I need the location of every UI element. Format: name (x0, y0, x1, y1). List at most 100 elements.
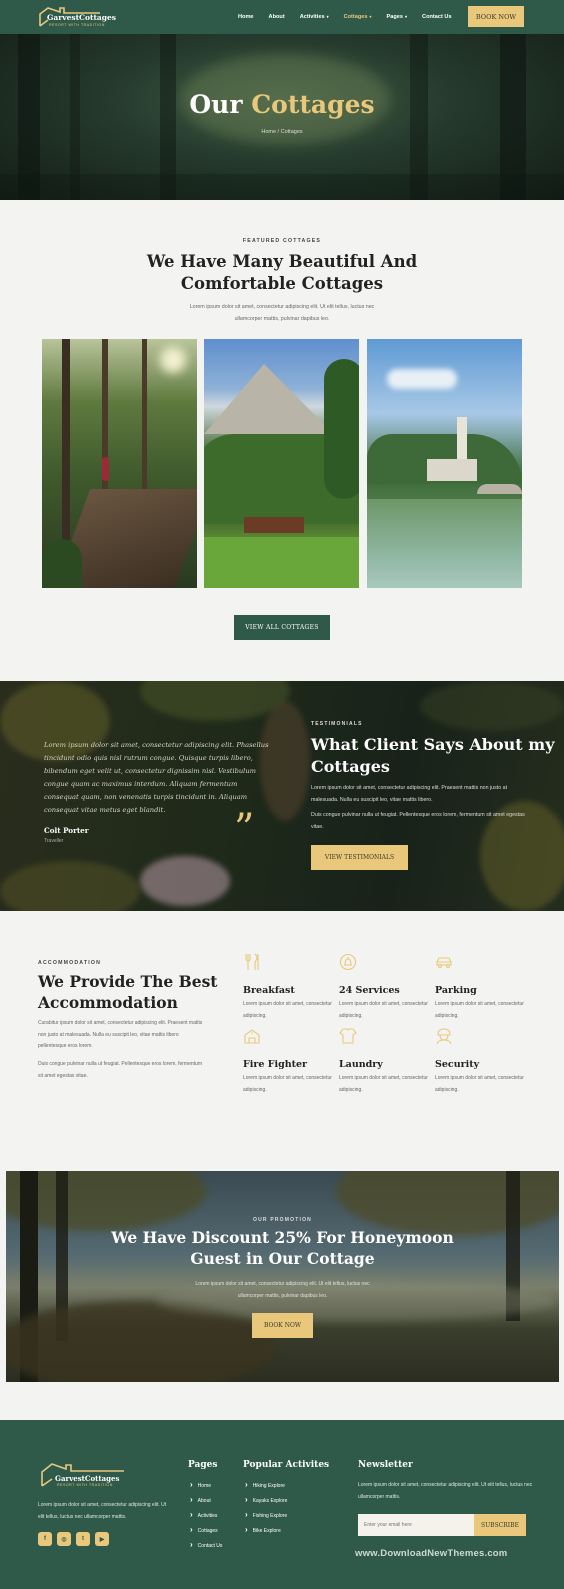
testimonial-author: Colt Porter (44, 826, 89, 835)
hero-ground-shadow (0, 174, 564, 200)
testimonial-author-role: Traveller (44, 838, 64, 844)
footer-pages-list: Home About Activities Cottages Contact U… (190, 1480, 223, 1555)
promotion-description-line: Lorem ipsum dolor sit amet, consectetur … (195, 1281, 370, 1287)
service-name: Laundry (339, 1059, 383, 1070)
meadow (204, 537, 359, 588)
page-hero: Our Cottages Home / Cottages (0, 34, 564, 200)
logo-tagline: RESORT WITH TRADITION (49, 23, 105, 27)
footer-link-fishing[interactable]: Fishing Explore (245, 1510, 287, 1525)
featured-title: We Have Many Beautiful And Comfortable C… (0, 251, 564, 295)
promotion-title-line: We Have Discount 25% For Honeymoon (111, 1228, 454, 1247)
footer-logo-tagline: RESORT WITH TRADITION (57, 1483, 113, 1487)
fire-station-icon (244, 1029, 260, 1044)
service-24-services: 24 Services Lorem ipsum dolor sit amet, … (339, 953, 434, 1022)
accommodation-eyebrow: ACCOMMODATION (38, 960, 102, 966)
footer-link-contact-us[interactable]: Contact Us (190, 1540, 223, 1555)
promotion-banner: OUR PROMOTION We Have Discount 25% For H… (6, 1171, 559, 1382)
testimonial-paragraph: Duis congue pulvinar nulla ut feugiat. P… (311, 812, 525, 830)
view-testimonials-button[interactable]: VIEW TESTIMONIALS (311, 845, 408, 870)
service-name: Security (435, 1059, 480, 1070)
nav-cottages[interactable]: Cottages ▾ (344, 14, 372, 20)
view-all-cottages-button[interactable]: VIEW ALL COTTAGES (234, 615, 330, 640)
footer-logo[interactable]: GarvestCottages RESORT WITH TRADITION (40, 1462, 126, 1493)
service-name: Parking (435, 985, 477, 996)
footer-link-activities[interactable]: Activities (190, 1510, 222, 1525)
testimonial-title-line: Cottages (311, 757, 390, 776)
lake (367, 499, 522, 588)
fern (42, 539, 82, 588)
service-laundry: Laundry Lorem ipsum dolor sit amet, cons… (339, 1027, 434, 1096)
nav-home[interactable]: Home (238, 14, 254, 20)
service-security: Security Lorem ipsum dolor sit amet, con… (435, 1027, 530, 1096)
cloud (387, 369, 457, 389)
footer-link-about[interactable]: About (190, 1495, 222, 1510)
main-nav: Home About Activities ▾ Cottages ▾ Pages ▾ … (238, 0, 467, 34)
footer-activities-heading: Popular Activites (243, 1460, 330, 1470)
youtube-icon[interactable]: ▶ (95, 1532, 109, 1546)
featured-title-line: Comfortable Cottages (180, 274, 384, 293)
testimonial-title: What Client Says About my Cottages (311, 734, 554, 778)
hiker (102, 457, 109, 481)
newsletter-description: Lorem ipsum dolor sit amet, consectetur … (358, 1482, 533, 1500)
footer-activities-list: Hiking Explore Kayaks Explore Fishing Ex… (245, 1480, 288, 1540)
newsletter-email-input[interactable] (358, 1514, 474, 1536)
book-now-button[interactable]: BOOK NOW (468, 6, 524, 27)
page-title-gold: Cottages (251, 90, 375, 119)
twitter-icon[interactable]: t (76, 1532, 90, 1546)
utensils-icon (245, 953, 259, 970)
service-description: Lorem ipsum dolor sit amet, consectetur … (339, 1075, 428, 1093)
promotion-title: We Have Discount 25% For Honeymoon Guest… (6, 1227, 559, 1269)
security-guard-icon (436, 1028, 452, 1045)
nav-contact-us[interactable]: Contact Us (422, 14, 452, 20)
footer-newsletter-heading: Newsletter (358, 1460, 413, 1470)
service-fire-fighter: Fire Fighter Lorem ipsum dolor sit amet,… (243, 1027, 338, 1096)
cottage-photo-lake-church[interactable] (367, 339, 522, 588)
service-parking: Parking Lorem ipsum dolor sit amet, cons… (435, 953, 530, 1022)
footer-logo-text: GarvestCottages (55, 1474, 120, 1483)
social-links: f ◎ t ▶ (38, 1532, 114, 1546)
service-name: Fire Fighter (243, 1059, 308, 1070)
watermark-text: www.DownloadNewThemes.com (355, 1548, 508, 1559)
accommodation-title-line: We Provide The Best (38, 972, 218, 991)
flowers (140, 856, 230, 906)
service-description: Lorem ipsum dolor sit amet, consectetur … (243, 1001, 332, 1019)
footer-link-home[interactable]: Home (190, 1480, 222, 1495)
instagram-icon[interactable]: ◎ (57, 1532, 71, 1546)
foliage (0, 861, 140, 911)
car-icon (436, 957, 452, 969)
site-logo[interactable]: GarvestCottages RESORT WITH TRADITION (38, 6, 116, 28)
facebook-icon[interactable]: f (38, 1532, 52, 1546)
featured-description: Lorem ipsum dolor sit amet, consectetur … (172, 301, 392, 325)
subscribe-button[interactable]: SUBSCRIBE (474, 1514, 526, 1536)
nav-activities[interactable]: Activities ▾ (300, 14, 329, 20)
logo-text: GarvestCottages (47, 13, 117, 22)
cottage-photo-forest-path[interactable] (42, 339, 197, 588)
accommodation-title: We Provide The Best Accommodation (38, 971, 217, 1013)
nav-activities-label: Activities (299, 14, 325, 20)
breadcrumb[interactable]: Home / Cottages (0, 129, 564, 135)
testimonial-eyebrow: TESTIMONIALS (311, 721, 363, 727)
testimonial-section: Lorem ipsum dolor sit amet, consectetur … (0, 681, 564, 911)
accommodation-title-line: Accommodation (38, 993, 178, 1012)
promotion-description: Lorem ipsum dolor sit amet, consectetur … (176, 1278, 389, 1302)
chevron-down-icon: ▾ (405, 14, 408, 19)
service-description: Lorem ipsum dolor sit amet, consectetur … (243, 1075, 332, 1093)
nav-about[interactable]: About (269, 14, 285, 20)
footer-link-bike[interactable]: Bike Explore (245, 1525, 287, 1540)
promotion-book-now-button[interactable]: BOOK NOW (252, 1313, 313, 1338)
service-description: Lorem ipsum dolor sit amet, consectetur … (435, 1075, 524, 1093)
site-header: GarvestCottages RESORT WITH TRADITION Ho… (0, 0, 564, 34)
service-bell-icon (339, 953, 357, 971)
featured-eyebrow: FEATURED COTTAGES (242, 238, 322, 244)
service-name: 24 Services (339, 985, 400, 996)
cottage-photo-mountain-cabin[interactable] (204, 339, 359, 588)
footer-link-cottages[interactable]: Cottages (190, 1525, 222, 1540)
footer-link-kayaks[interactable]: Kayaks Explore (245, 1495, 288, 1510)
footer-link-hiking[interactable]: Hiking Explore (245, 1480, 287, 1495)
nav-cottages-label: Cottages (343, 14, 368, 20)
page-title-white: Our (189, 90, 243, 119)
nav-pages[interactable]: Pages ▾ (387, 14, 408, 20)
chevron-down-icon: ▾ (369, 14, 372, 19)
laundry-icon (339, 1028, 357, 1044)
testimonial-paragraph: Lorem ipsum dolor sit amet, consectetur … (311, 785, 508, 803)
